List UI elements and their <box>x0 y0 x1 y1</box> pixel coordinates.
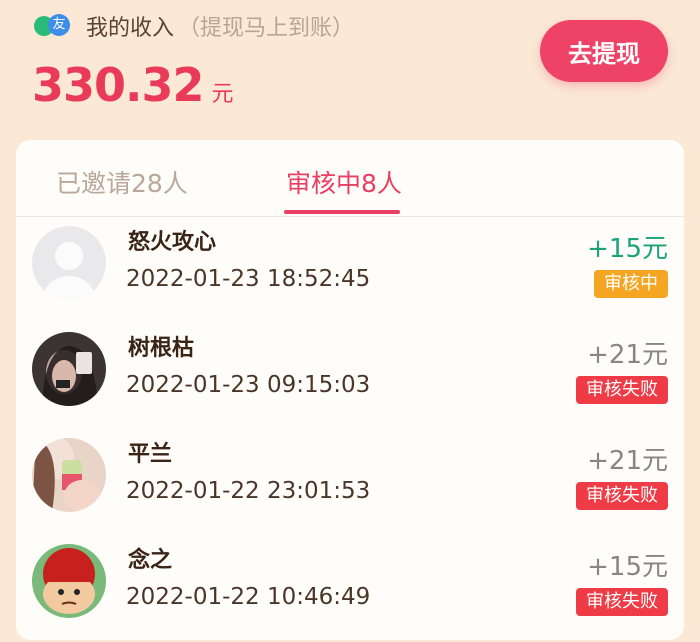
income-unit: 元 <box>211 82 234 107</box>
status-badge: 审核失败 <box>576 376 668 404</box>
record-name: 怒火攻心 <box>128 230 217 255</box>
tab-bar: 已邀请28人 审核中8人 <box>16 140 684 217</box>
income-hint: （提现马上到账） <box>178 16 355 41</box>
user-photo-icon <box>32 332 106 406</box>
wechat-friend-icon: 友 <box>34 12 72 40</box>
amount-row: 330.32 元 <box>32 58 234 112</box>
record-time: 2022-01-22 23:01:53 <box>126 478 371 504</box>
cartoon-avatar-icon <box>32 544 106 618</box>
withdraw-button[interactable]: 去提现 <box>540 20 668 82</box>
record-name: 念之 <box>128 548 173 573</box>
avatar <box>32 438 106 512</box>
list-item[interactable]: 平兰 2022-01-22 23:01:53 +21元 审核失败 <box>16 430 684 536</box>
record-reward: +21元 <box>587 446 668 476</box>
active-tab-indicator <box>284 210 400 214</box>
tab-invited[interactable]: 已邀请28人 <box>56 164 188 200</box>
tab-reviewing[interactable]: 审核中8人 <box>286 164 402 200</box>
record-name: 平兰 <box>128 442 173 467</box>
status-badge: 审核失败 <box>576 588 668 616</box>
invite-card: 已邀请28人 审核中8人 怒火攻心 2022-01-23 18:52:45 +1… <box>16 140 684 640</box>
avatar <box>32 544 106 618</box>
record-time: 2022-01-23 18:52:45 <box>126 266 371 292</box>
income-label: 我的收入 <box>86 16 175 41</box>
status-badge: 审核中 <box>594 270 668 298</box>
avatar <box>32 226 106 300</box>
default-avatar-icon <box>32 226 106 300</box>
status-badge: 审核失败 <box>576 482 668 510</box>
record-reward: +21元 <box>587 340 668 370</box>
record-reward: +15元 <box>587 552 668 582</box>
list-item[interactable]: 怒火攻心 2022-01-23 18:52:45 +15元 审核中 <box>16 218 684 324</box>
income-amount: 330.32 <box>32 58 205 112</box>
user-photo-icon <box>32 438 106 512</box>
list-item[interactable]: 树根枯 2022-01-23 09:15:03 +21元 审核失败 <box>16 324 684 430</box>
record-time: 2022-01-22 10:46:49 <box>126 584 371 610</box>
income-label-row: 友 我的收入 （提现马上到账） <box>34 10 354 42</box>
record-reward: +15元 <box>587 234 668 264</box>
list-item[interactable]: 念之 2022-01-22 10:46:49 +15元 审核失败 <box>16 536 684 642</box>
record-name: 树根枯 <box>128 336 195 361</box>
avatar <box>32 332 106 406</box>
brand-icon-right: 友 <box>48 14 70 36</box>
income-header: 友 我的收入 （提现马上到账） 330.32 元 去提现 <box>0 0 700 140</box>
record-time: 2022-01-23 09:15:03 <box>126 372 371 398</box>
